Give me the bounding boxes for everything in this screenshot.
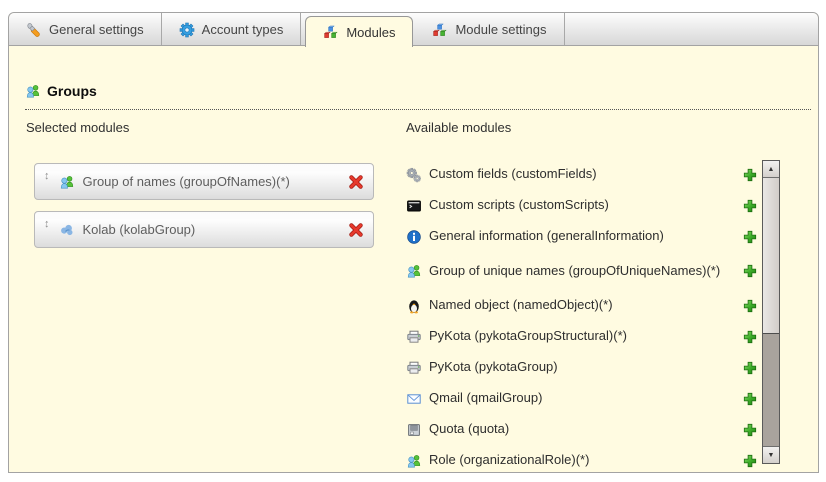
available-modules-list: Custom fields (customFields) Custom scri… [406,159,758,473]
add-module-icon[interactable] [742,329,758,345]
add-module-icon[interactable] [742,198,758,214]
info-icon [406,229,422,245]
module-label: Quota (quota) [429,422,509,436]
add-module-icon[interactable] [742,360,758,376]
section-header-groups: Groups [25,83,811,110]
tab-account-types[interactable]: Account types [162,13,302,46]
module-entry: Kolab (kolabGroup) [59,222,349,238]
scroll-down-button[interactable]: ▼ [763,446,779,463]
wrench-icon [26,22,42,38]
remove-module-icon[interactable] [348,222,364,238]
selected-module-row[interactable]: ↕ Group of names (groupOfNames)(*) [34,163,374,200]
add-module-icon[interactable] [742,391,758,407]
printer-icon [406,360,422,376]
tab-modules[interactable]: Modules [305,16,413,47]
available-module-row: General information (generalInformation) [406,221,758,252]
configuration-panel: General settings Account types Modules M… [8,12,819,473]
drag-handle-icon[interactable]: ↕ [44,212,50,230]
available-module-row: Custom fields (customFields) [406,159,758,190]
penguin-icon [406,298,422,314]
tab-label: Modules [346,25,395,40]
tab-label: Module settings [455,22,546,37]
section-title: Groups [47,83,97,99]
groups-icon [25,83,41,99]
available-module-row: PyKota (pykotaGroup) [406,352,758,383]
gear-icon [179,22,195,38]
add-module-icon[interactable] [742,167,758,183]
printer-icon [406,329,422,345]
selected-module-row[interactable]: ↕ Kolab (kolabGroup) [34,211,374,248]
tab-general-settings[interactable]: General settings [9,13,162,46]
add-module-icon[interactable] [742,422,758,438]
drag-handle-icon[interactable]: ↕ [44,164,50,182]
tab-bar-divider [9,45,818,46]
modules-icon [323,24,339,40]
vertical-scrollbar[interactable]: ▲ ▼ [762,160,780,464]
module-label: Group of unique names (groupOfUniqueName… [429,264,720,278]
module-label: Named object (namedObject)(*) [429,298,613,312]
modules-icon [432,22,448,38]
add-module-icon[interactable] [742,229,758,245]
module-entry: Group of names (groupOfNames)(*) [59,174,349,190]
kolab-icon [59,222,75,238]
available-modules-label: Available modules [406,120,511,135]
available-module-row: Role (organizationalRole)(*) [406,445,758,473]
add-module-icon[interactable] [742,453,758,469]
available-module-row: Quota (quota) [406,414,758,445]
module-label: General information (generalInformation) [429,229,664,243]
selected-modules-label: Selected modules [26,120,129,135]
add-module-icon[interactable] [742,263,758,279]
scroll-up-button[interactable]: ▲ [763,161,779,178]
available-module-row: Custom scripts (customScripts) [406,190,758,221]
scrollbar-track[interactable] [763,334,779,446]
tab-bar: General settings Account types Modules M… [9,13,818,46]
tab-label: Account types [202,22,284,37]
disk-icon [406,422,422,438]
tab-label: General settings [49,22,144,37]
tab-module-settings[interactable]: Module settings [415,13,564,46]
module-label: Group of names (groupOfNames)(*) [83,174,290,189]
module-label: Kolab (kolabGroup) [83,222,196,237]
remove-module-icon[interactable] [348,174,364,190]
module-label: Custom fields (customFields) [429,167,597,181]
module-label: Role (organizationalRole)(*) [429,453,589,467]
module-label: Custom scripts (customScripts) [429,198,609,212]
module-label: Qmail (qmailGroup) [429,391,542,405]
add-module-icon[interactable] [742,298,758,314]
module-label: PyKota (pykotaGroupStructural)(*) [429,329,627,343]
gears-icon [406,167,422,183]
envelope-icon [406,391,422,407]
available-module-row: PyKota (pykotaGroupStructural)(*) [406,321,758,352]
module-label: PyKota (pykotaGroup) [429,360,558,374]
available-module-row: Qmail (qmailGroup) [406,383,758,414]
available-module-row: Group of unique names (groupOfUniqueName… [406,252,758,290]
scrollbar-thumb[interactable] [763,178,779,334]
group-icon [406,263,422,279]
available-module-row: Named object (namedObject)(*) [406,290,758,321]
group-icon [406,453,422,469]
group-icon [59,174,75,190]
terminal-icon [406,198,422,214]
